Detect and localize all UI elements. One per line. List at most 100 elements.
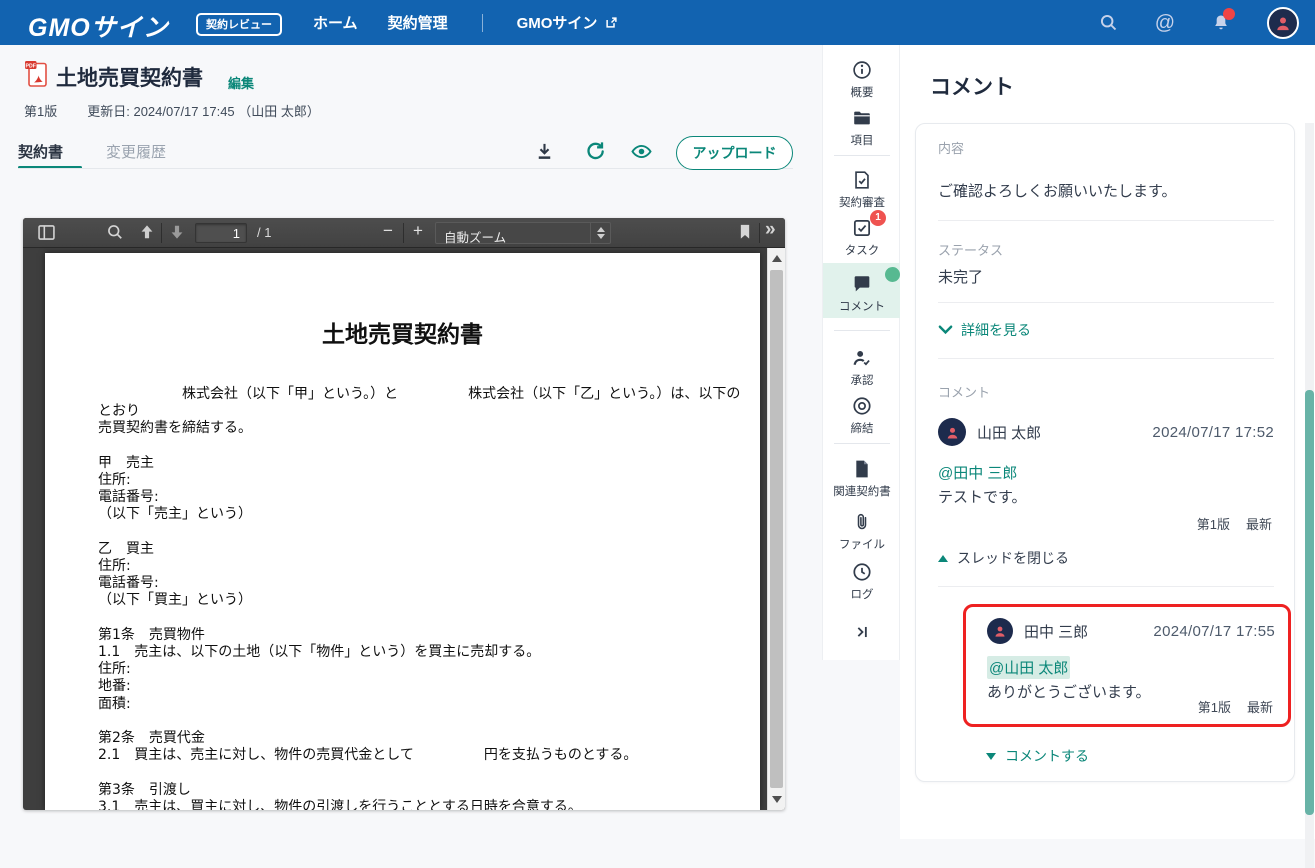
pdf-toolbar: / 1 − + 自動ズーム »	[23, 218, 785, 248]
content-label: 内容	[938, 138, 964, 157]
zoom-level-value: 自動ズーム	[444, 227, 506, 246]
rail-item-fields[interactable]: 項目	[823, 107, 901, 148]
triangle-up-icon	[938, 555, 948, 562]
pdf-contract-title: 土地売買契約書	[45, 315, 760, 349]
rail-item-conclusion[interactable]: 締結	[823, 395, 901, 436]
upload-button[interactable]: アップロード	[676, 136, 793, 170]
rail-divider	[834, 330, 890, 331]
show-details-link[interactable]: 詳細を見る	[938, 320, 1031, 340]
comment-header: 山田 太郎 2024/07/17 17:52	[938, 418, 1274, 446]
paperclip-icon	[851, 511, 873, 533]
comment-timestamp: 2024/07/17 17:55	[1153, 623, 1275, 640]
content-value: ご確認よろしくお願いいたします。	[938, 180, 1177, 201]
download-icon[interactable]	[533, 140, 556, 163]
document-check-icon	[851, 169, 873, 191]
mention-link[interactable]: @山田 太郎	[987, 656, 1070, 679]
collapse-panel-button[interactable]	[823, 621, 901, 643]
comment-latest-flag: 最新	[1247, 697, 1273, 716]
pdf-file-icon: PDF	[24, 60, 49, 89]
document-updated: 更新日: 2024/07/17 17:45 （山田 太郎）	[87, 101, 320, 120]
app-logo[interactable]: GMOサイン	[28, 8, 169, 44]
add-comment-toggle[interactable]: コメントする	[986, 746, 1089, 766]
rail-label: 承認	[823, 372, 901, 388]
sidebar-toggle-icon[interactable]	[36, 222, 57, 243]
rail-item-contract-review[interactable]: 契約審査	[823, 169, 901, 210]
rail-item-approval[interactable]: 承認	[823, 347, 901, 388]
previous-page-icon[interactable]	[137, 222, 157, 242]
panel-scrollbar-thumb[interactable]	[1305, 390, 1314, 815]
next-page-icon[interactable]	[167, 222, 187, 242]
refresh-icon[interactable]	[583, 139, 607, 163]
mention-link[interactable]: @田中 三郎	[938, 462, 1017, 483]
top-navbar: GMOサイン 契約レビュー ホーム 契約管理 GMOサイン @	[0, 0, 1315, 45]
clock-icon	[851, 561, 873, 583]
svg-text:PDF: PDF	[26, 63, 36, 69]
rail-item-related-contracts[interactable]: 関連契約書	[823, 458, 901, 499]
pdf-page: 土地売買契約書 株式会社（以下「甲」という。）と 株式会社（以下「乙」という。）…	[45, 253, 760, 810]
search-icon[interactable]	[1098, 12, 1119, 33]
toolbar-separator	[759, 223, 760, 243]
rail-item-log[interactable]: ログ	[823, 561, 901, 602]
tab-change-history[interactable]: 変更履歴	[106, 141, 166, 162]
comments-label: コメント	[938, 382, 990, 401]
unread-comment-dot	[885, 267, 900, 282]
pdf-scrollbar-thumb[interactable]	[770, 270, 783, 788]
pdf-search-icon[interactable]	[105, 222, 125, 242]
rail-item-overview[interactable]: 概要	[823, 59, 901, 100]
status-value: 未完了	[938, 266, 983, 287]
scroll-up-icon[interactable]	[772, 255, 782, 262]
rail-label: 締結	[823, 420, 901, 436]
pdf-scrollbar[interactable]	[767, 248, 785, 810]
mentions-icon[interactable]: @	[1155, 13, 1175, 33]
card-divider	[938, 302, 1274, 303]
document-version: 第1版	[24, 101, 57, 120]
card-divider	[938, 358, 1274, 359]
select-arrows-icon	[590, 223, 610, 243]
zoom-out-button[interactable]: −	[381, 221, 395, 241]
chat-bubble-icon	[851, 273, 873, 295]
person-icon	[992, 623, 1008, 639]
zoom-level-select[interactable]: 自動ズーム	[435, 222, 611, 244]
triangle-down-icon	[986, 753, 996, 760]
rail-item-files[interactable]: ファイル	[823, 511, 901, 552]
rail-label: 概要	[823, 84, 901, 100]
page-number-input[interactable]	[195, 223, 247, 243]
toolbar-separator	[161, 223, 162, 243]
more-tools-icon[interactable]: »	[765, 219, 776, 241]
close-thread-toggle[interactable]: スレッドを閉じる	[938, 548, 1069, 568]
nav-gmo-sign-external[interactable]: GMOサイン	[517, 12, 620, 33]
rail-label: ファイル	[823, 536, 901, 552]
comment-header: 田中 三郎 2024/07/17 17:55	[987, 618, 1275, 644]
tab-contract[interactable]: 契約書	[18, 141, 63, 162]
person-icon	[1273, 13, 1293, 33]
nav-contract-management[interactable]: 契約管理	[388, 12, 448, 33]
nav-home[interactable]: ホーム	[313, 12, 358, 33]
edit-title-link[interactable]: 編集	[228, 73, 254, 92]
document-filled-icon	[851, 458, 873, 480]
notification-dot	[1223, 8, 1235, 20]
comment-version: 第1版	[1198, 697, 1231, 716]
external-link-icon	[604, 15, 619, 30]
rail-label: 契約審査	[823, 194, 901, 210]
show-details-label: 詳細を見る	[961, 320, 1031, 340]
user-avatar[interactable]	[1267, 7, 1299, 39]
collapse-icon	[851, 621, 873, 643]
rail-item-comments[interactable]: コメント	[823, 273, 901, 314]
rail-divider	[834, 443, 890, 444]
task-count-badge: 1	[870, 210, 886, 226]
contract-review-badge: 契約レビュー	[196, 13, 282, 36]
rail-label: 項目	[823, 132, 901, 148]
preview-eye-icon[interactable]	[629, 140, 654, 163]
comment-version: 第1版	[1197, 514, 1230, 533]
commenter-avatar	[938, 418, 966, 446]
scroll-down-icon[interactable]	[772, 796, 782, 803]
commenter-name: 田中 三郎	[1024, 621, 1088, 642]
bookmark-icon[interactable]	[735, 222, 755, 242]
comment-text: ありがとうございます。	[987, 681, 1151, 702]
zoom-in-button[interactable]: +	[411, 221, 425, 241]
commenter-name: 山田 太郎	[977, 422, 1041, 443]
notification-bell-icon[interactable]	[1211, 12, 1231, 34]
rail-item-tasks[interactable]: 1 タスク	[823, 217, 901, 258]
feature-rail: 概要 項目 契約審査 1 タスク コメント	[822, 45, 900, 660]
rail-label: 関連契約書	[823, 483, 901, 499]
